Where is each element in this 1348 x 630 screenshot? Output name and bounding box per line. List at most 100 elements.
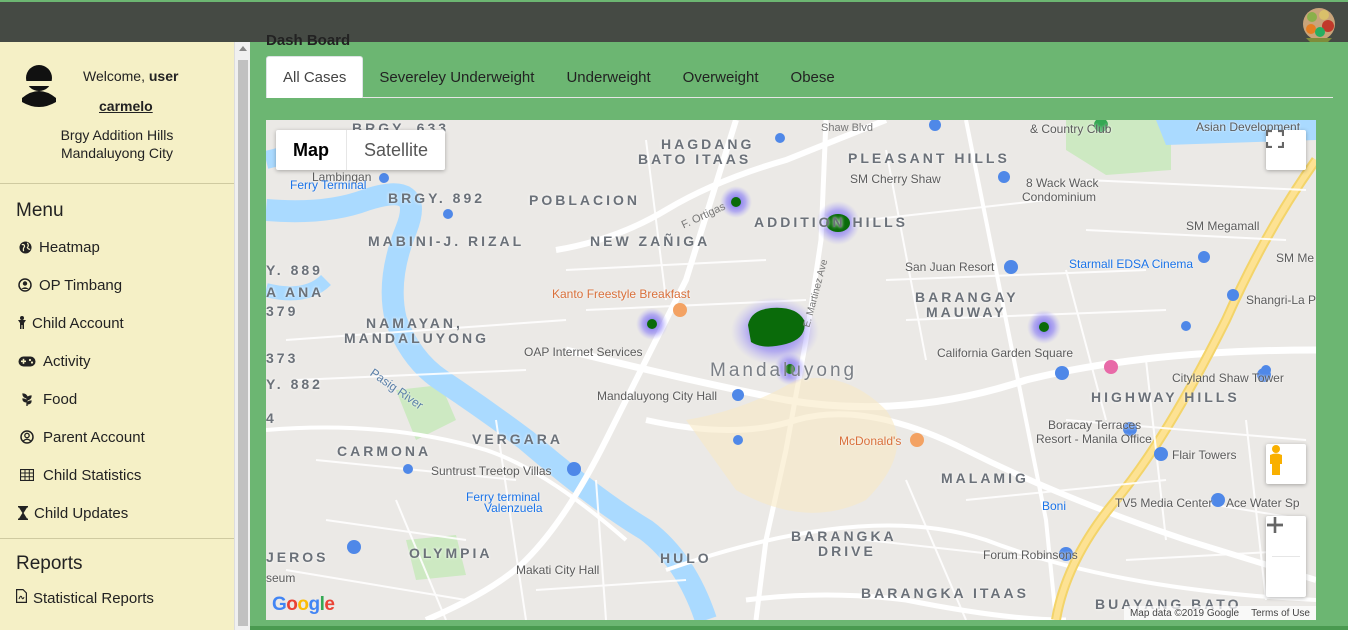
- map-data-attribution: Map data ©2019 Google: [1129, 607, 1240, 619]
- poi-label: SM Megamall: [1186, 219, 1260, 233]
- sidebar-item-activity[interactable]: Activity: [0, 342, 234, 380]
- sidebar-item-label: Child Account: [32, 314, 124, 332]
- terms-of-use-link[interactable]: Terms of Use: [1251, 608, 1310, 619]
- street-label: Shaw Blvd: [821, 122, 873, 134]
- city-name: Mandaluyong City: [60, 145, 174, 161]
- poi-label: SM Cherry Shaw: [850, 172, 941, 186]
- menu-title: Menu: [16, 200, 64, 221]
- sidebar-item-label: Child Updates: [34, 504, 129, 522]
- main-content: Dash Board All Cases Severeley Underweig…: [250, 32, 1348, 630]
- globe-icon: [16, 239, 34, 255]
- poi-label: seum: [266, 571, 296, 585]
- scroll-up-icon[interactable]: [239, 46, 247, 51]
- area-label: ADDITION HILLS: [754, 214, 908, 230]
- sidebar-item-label: Food: [43, 390, 78, 408]
- fullscreen-icon: [1266, 130, 1284, 148]
- area-label: JEROS: [266, 549, 329, 565]
- poi-label: Forum Robinsons: [983, 548, 1078, 562]
- area-label: 379: [266, 303, 299, 319]
- sidebar-item-label: Statistical Reports: [33, 589, 154, 607]
- poi-label: & Country Club: [1030, 122, 1112, 136]
- area-label: CARMONA: [337, 443, 432, 459]
- poi-label: Mandaluyong City Hall: [597, 389, 718, 403]
- app-logo-icon[interactable]: [1298, 4, 1340, 44]
- poi-label: Starmall EDSA Cinema: [1069, 257, 1194, 271]
- pegman-icon: [1270, 445, 1282, 475]
- area-label: BARANGAY: [915, 289, 1019, 305]
- child-icon: [16, 315, 27, 331]
- poi-label: Flair Towers: [1172, 448, 1237, 462]
- sidebar-item-label: OP Timbang: [39, 276, 123, 294]
- area-label: NAMAYAN,: [366, 315, 463, 331]
- zoom-out-button[interactable]: [1266, 523, 1306, 597]
- user-profile: Welcome, user carmelo Brgy Addition Hill…: [0, 42, 234, 184]
- poi-label: Suntrust Treetop Villas: [431, 464, 552, 478]
- sidebar-item-label: Parent Account: [43, 428, 145, 446]
- sidebar-item-statistical-reports[interactable]: Statistical Reports: [0, 586, 234, 610]
- poi-label: Resort - Manila Office: [1036, 432, 1152, 446]
- sidebar-item-label: Heatmap: [39, 238, 100, 256]
- hourglass-icon: [16, 505, 29, 521]
- area-label: DRIVE: [818, 543, 876, 559]
- poi-label: Kanto Freestyle Breakfast: [552, 287, 691, 301]
- username-link[interactable]: carmelo: [99, 98, 153, 114]
- map-attribution: Map data ©2019 Google Terms of Use: [1123, 606, 1316, 620]
- area-label: NEW ZAÑIGA: [590, 233, 711, 249]
- zoom-control: [1266, 516, 1306, 597]
- area-label: PLEASANT HILLS: [848, 150, 1010, 166]
- sidebar-item-label: Activity: [43, 352, 91, 370]
- sidebar-item-label: Child Statistics: [43, 466, 142, 484]
- area-label: POBLACION: [529, 192, 640, 208]
- poi-label: Ferry Terminal: [290, 178, 367, 192]
- sidebar-item-parent-account[interactable]: Parent Account: [0, 418, 234, 456]
- sidebar-item-heatmap[interactable]: Heatmap: [0, 228, 234, 266]
- scrollbar-thumb[interactable]: [238, 60, 248, 626]
- top-navbar: [0, 0, 1348, 42]
- barangay-info: Brgy Addition Hills Mandaluyong City: [0, 126, 234, 162]
- tab-obese[interactable]: Obese: [775, 56, 851, 98]
- avatar: [22, 65, 56, 107]
- reports-title: Reports: [0, 538, 234, 586]
- area-label: HAGDANG: [661, 136, 755, 152]
- sidebar-item-child-updates[interactable]: Child Updates: [0, 494, 234, 532]
- map-type-map-button[interactable]: Map: [276, 130, 347, 170]
- bottom-bar: [250, 626, 1348, 630]
- map-type-satellite-button[interactable]: Satellite: [347, 130, 445, 170]
- seedling-icon: [16, 391, 38, 407]
- poi-label: SM Me: [1276, 251, 1315, 265]
- poi-label: San Juan Resort: [905, 260, 995, 274]
- user-circle-icon: [16, 277, 34, 293]
- poi-label: Makati City Hall: [516, 563, 600, 577]
- area-label: HULO: [660, 550, 712, 566]
- poi-label: Valenzuela: [484, 501, 543, 515]
- poi-label: TV5 Media Center: [1115, 496, 1213, 510]
- poi-label: OAP Internet Services: [524, 345, 643, 359]
- area-label: 373: [266, 350, 299, 366]
- tab-underweight[interactable]: Underweight: [550, 56, 666, 98]
- sidebar-item-op-timbang[interactable]: OP Timbang: [0, 266, 234, 304]
- case-tabs: All Cases Severeley Underweight Underwei…: [266, 56, 1333, 98]
- area-label: MALAMIG: [941, 470, 1029, 486]
- poi-label: Boni: [1042, 499, 1067, 513]
- sidebar-item-child-account[interactable]: Child Account: [0, 304, 234, 342]
- tab-overweight[interactable]: Overweight: [667, 56, 775, 98]
- sidebar-scrollbar[interactable]: [234, 42, 250, 630]
- google-logo[interactable]: Google: [272, 594, 335, 616]
- area-label: BRGY. 892: [388, 190, 486, 206]
- sidebar-item-food[interactable]: Food: [0, 380, 234, 418]
- gamepad-icon: [16, 353, 38, 369]
- sidebar-item-child-statistics[interactable]: Child Statistics: [0, 456, 234, 494]
- poi-label: Cityland Shaw Tower: [1172, 371, 1284, 385]
- area-label: VERGARA: [472, 431, 564, 447]
- area-label: 4: [266, 410, 277, 426]
- heatmap-map[interactable]: BRGY. 633 HAGDANG BATO ITAAS PLEASANT HI…: [266, 120, 1316, 620]
- area-label: MABINI-J. RIZAL: [368, 233, 525, 249]
- area-label: MAUWAY: [926, 304, 1007, 320]
- area-label: BARANGKA: [791, 528, 897, 544]
- fullscreen-button[interactable]: [1266, 130, 1306, 170]
- tab-all-cases[interactable]: All Cases: [266, 56, 364, 98]
- poi-label: Condominium: [1022, 190, 1097, 204]
- tab-severely-underweight[interactable]: Severeley Underweight: [363, 56, 550, 98]
- street-view-pegman[interactable]: [1266, 444, 1306, 484]
- file-pdf-icon: [16, 589, 33, 607]
